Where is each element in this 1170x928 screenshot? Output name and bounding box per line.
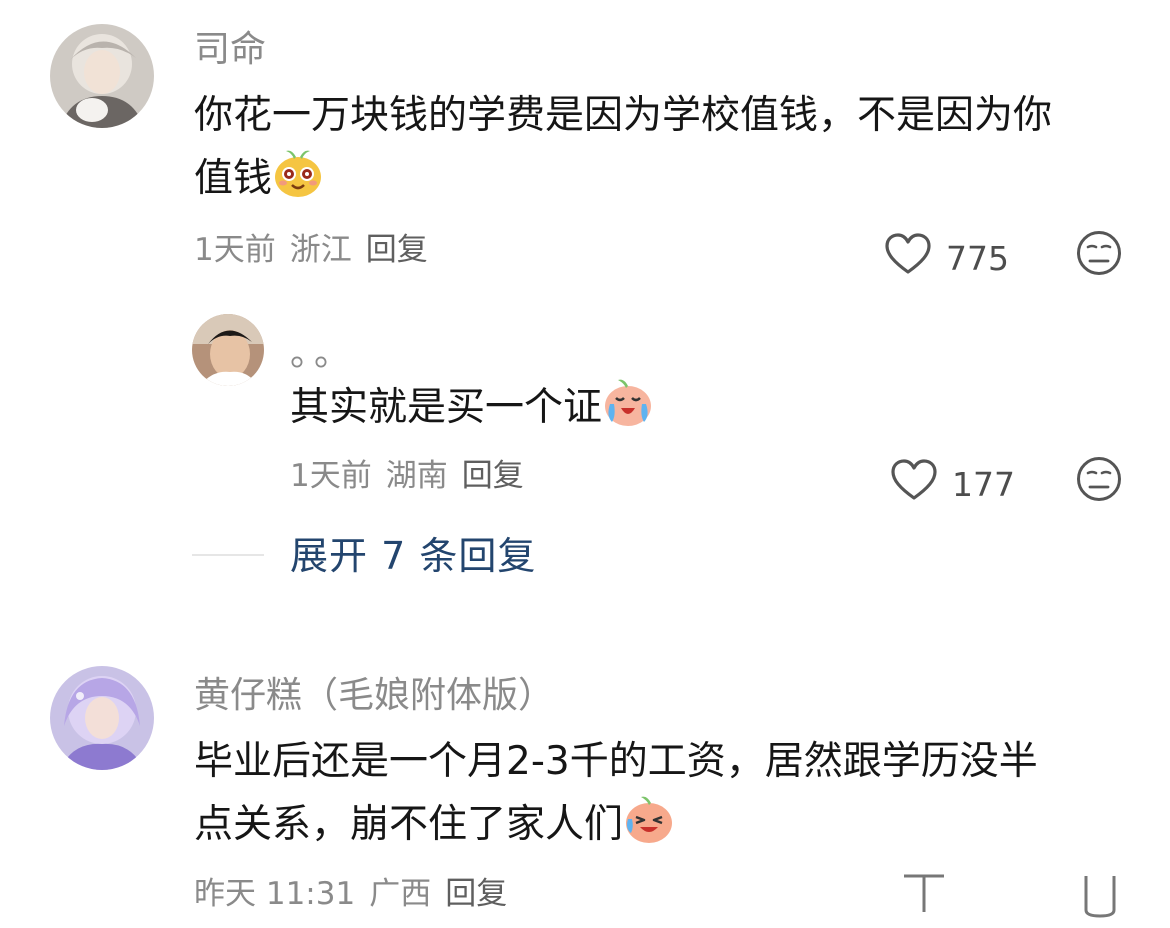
comment-meta: 昨天 11:31 广西 回复 (194, 874, 507, 914)
reply-meta: 1天前 湖南 回复 (290, 456, 524, 496)
unamused-face-icon[interactable] (1076, 456, 1122, 502)
laughing-crying-emoji (623, 793, 675, 845)
reply-text: 其实就是买一个证 (290, 376, 654, 439)
comment-meta: 1天前 浙江 回复 (194, 230, 428, 270)
comment-location: 浙江 (289, 232, 352, 268)
comment-text-line: 值钱 (194, 156, 273, 201)
comment-text-line: 毕业后还是一个月2-3千的工资，居然跟学历没半 (194, 739, 1038, 784)
expand-divider (192, 554, 264, 556)
unamused-face-icon[interactable] (1076, 230, 1122, 276)
comment-time: 1天前 (194, 232, 276, 268)
comment-username[interactable]: 司命 (194, 28, 266, 72)
unamused-face-icon[interactable] (1080, 872, 1120, 918)
avatar[interactable] (50, 666, 154, 770)
comment-username[interactable]: 黄仔糕（毛娘附体版） (194, 674, 554, 718)
comment-text-line: 你花一万块钱的学费是因为学校值钱，不是因为你 (194, 93, 1053, 138)
reply-time: 1天前 (290, 458, 372, 494)
heart-outline-icon (884, 232, 946, 285)
reply-location: 湖南 (385, 458, 448, 494)
crying-face-emoji (602, 376, 654, 428)
like-button[interactable]: 775 (884, 232, 1009, 285)
comment-text: 你花一万块钱的学费是因为学校值钱，不是因为你 值钱 (194, 84, 1124, 210)
like-count: 775 (946, 238, 1009, 278)
heart-outline-icon[interactable] (900, 872, 948, 916)
reply-avatar[interactable] (192, 314, 264, 386)
reply-username[interactable]: 。。 (290, 332, 356, 376)
reply-button[interactable]: 回复 (462, 458, 524, 494)
smug-face-emoji (272, 147, 324, 199)
comment-item: 黄仔糕（毛娘附体版） 毕业后还是一个月2-3千的工资，居然跟学历没半 点关系，崩… (0, 640, 1170, 928)
heart-outline-icon (890, 458, 952, 511)
like-count: 177 (952, 464, 1015, 504)
expand-replies-button[interactable]: 展开 7 条回复 (290, 532, 536, 580)
comment-item: 司命 你花一万块钱的学费是因为学校值钱，不是因为你 值钱 1天前 浙江 回复 775 (0, 0, 1170, 600)
comment-time: 昨天 11:31 (194, 876, 356, 912)
comment-location: 广西 (369, 876, 432, 912)
reply-button[interactable]: 回复 (445, 876, 507, 912)
avatar[interactable] (50, 24, 154, 128)
like-button[interactable]: 177 (890, 458, 1015, 511)
reply-button[interactable]: 回复 (366, 232, 428, 268)
comment-text: 毕业后还是一个月2-3千的工资，居然跟学历没半 点关系，崩不住了家人们 (194, 730, 1124, 856)
comment-text-line: 点关系，崩不住了家人们 (194, 802, 624, 847)
